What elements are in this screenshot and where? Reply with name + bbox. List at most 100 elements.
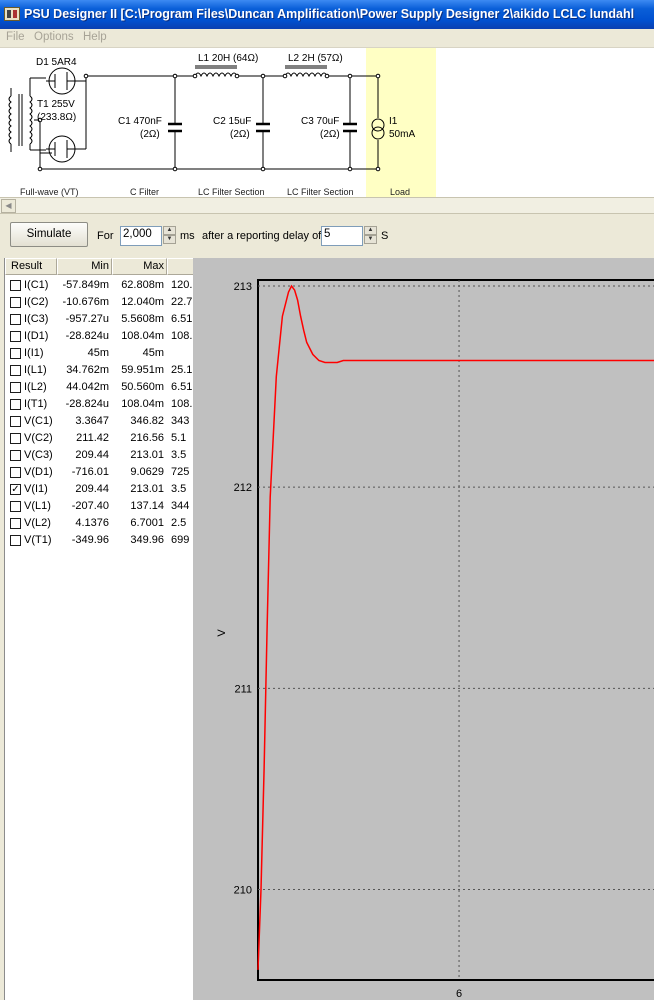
result-min: -349.96 (71, 534, 109, 546)
result-checkbox[interactable] (10, 399, 21, 410)
column-header-extra[interactable] (167, 258, 193, 275)
table-row[interactable]: I(C1) -57.849m 62.808m 120. (5, 277, 193, 294)
table-row[interactable]: V(C3) 209.44 213.01 3.5 (5, 447, 193, 464)
result-max: 9.0629 (130, 466, 164, 478)
column-header-result[interactable]: Result (5, 258, 57, 275)
result-max: 213.01 (130, 483, 164, 495)
title-bar[interactable]: PSU Designer II [C:\Program Files\Duncan… (0, 0, 654, 29)
result-name: I(I1) (24, 347, 44, 359)
transformer-resistance: (233.8Ω) (37, 112, 77, 123)
result-checkbox[interactable] (10, 433, 21, 444)
result-checkbox[interactable] (10, 467, 21, 478)
result-max: 137.14 (130, 500, 164, 512)
inductor-l2 (284, 65, 328, 78)
c1-label[interactable]: C1 470nF (118, 116, 162, 127)
c2-label[interactable]: C2 15uF (213, 116, 251, 127)
result-name: I(C3) (24, 313, 49, 325)
column-header-min[interactable]: Min (57, 258, 112, 275)
result-min: 209.44 (75, 449, 109, 461)
result-checkbox[interactable] (10, 314, 21, 325)
result-min: -57.849m (62, 279, 109, 291)
delay-input[interactable]: 5 (321, 226, 363, 246)
scroll-left-arrow-icon[interactable]: ◀ (1, 199, 16, 213)
result-range: 25.1 (171, 364, 193, 376)
app-icon[interactable] (4, 7, 20, 21)
delay-label: after a reporting delay of (202, 230, 322, 242)
result-max: 62.808m (121, 279, 164, 291)
duration-spinner[interactable]: ▲ ▼ (163, 226, 176, 245)
result-range: 108. (171, 398, 193, 410)
y-tick-label: 213 (234, 281, 252, 293)
duration-input[interactable]: 2,000 (120, 226, 162, 246)
result-name: V(I1) (24, 483, 48, 495)
menu-options[interactable]: Options (34, 31, 74, 43)
table-row[interactable]: I(L2) 44.042m 50.560m 6.51 (5, 379, 193, 396)
result-min: 44.042m (66, 381, 109, 393)
spin-up-icon[interactable]: ▲ (364, 226, 377, 235)
result-checkbox[interactable]: ✓ (10, 484, 21, 495)
result-min: -28.824u (65, 398, 109, 410)
result-range: 22.7 (171, 296, 193, 308)
result-checkbox[interactable] (10, 348, 21, 359)
result-checkbox[interactable] (10, 382, 21, 393)
table-row[interactable]: V(C1) 3.3647 346.82 343 (5, 413, 193, 430)
result-checkbox[interactable] (10, 450, 21, 461)
table-row[interactable]: I(T1) -28.824u 108.04m 108. (5, 396, 193, 413)
simulate-button[interactable]: Simulate (10, 222, 88, 247)
result-name: V(C1) (24, 415, 53, 427)
transformer-label[interactable]: T1 255V (37, 99, 75, 110)
table-row[interactable]: V(L2) 4.1376 6.7001 2.5 (5, 515, 193, 532)
result-max: 5.5608m (121, 313, 164, 325)
result-checkbox[interactable] (10, 518, 21, 529)
for-label: For (97, 230, 114, 242)
table-row[interactable]: ✓ V(I1) 209.44 213.01 3.5 (5, 481, 193, 498)
result-max: 12.040m (121, 296, 164, 308)
result-name: V(D1) (24, 466, 53, 478)
table-row[interactable]: I(C3) -957.27u 5.5608m 6.51 (5, 311, 193, 328)
table-row[interactable]: V(C2) 211.42 216.56 5.1 (5, 430, 193, 447)
spin-up-icon[interactable]: ▲ (163, 226, 176, 235)
result-checkbox[interactable] (10, 365, 21, 376)
result-checkbox[interactable] (10, 297, 21, 308)
l2-label[interactable]: L2 2H (57Ω) (288, 53, 343, 64)
result-range: 6.51 (171, 313, 193, 325)
table-row[interactable]: I(D1) -28.824u 108.04m 108. (5, 328, 193, 345)
chart-panel[interactable]: 210 211 212 213 6 V (193, 258, 654, 1000)
rectifier-label[interactable]: D1 5AR4 (36, 57, 77, 68)
result-range: 343 (171, 415, 190, 427)
result-name: I(T1) (24, 398, 48, 410)
y-tick-label: 212 (234, 482, 252, 494)
menu-help[interactable]: Help (83, 31, 107, 43)
schematic-scrollbar[interactable]: ◀ (0, 197, 654, 214)
result-checkbox[interactable] (10, 501, 21, 512)
schematic-panel[interactable]: D1 5AR4 T1 255V (233.8Ω) C1 470nF (2Ω) L… (0, 48, 654, 197)
simulation-toolbar: Simulate For 2,000 ▲ ▼ ms after a reporti… (0, 214, 654, 256)
table-row[interactable]: V(L1) -207.40 137.14 344 (5, 498, 193, 515)
table-row[interactable]: I(I1) 45m 45m (5, 345, 193, 362)
result-name: I(C2) (24, 296, 49, 308)
load-label[interactable]: I1 (389, 116, 397, 127)
result-checkbox[interactable] (10, 416, 21, 427)
result-checkbox[interactable] (10, 535, 21, 546)
result-min: -207.40 (71, 500, 109, 512)
l1-label[interactable]: L1 20H (64Ω) (198, 53, 258, 64)
result-name: I(D1) (24, 330, 49, 342)
result-range: 725 (171, 466, 190, 478)
table-row[interactable]: V(T1) -349.96 349.96 699 (5, 532, 193, 549)
table-row[interactable]: V(D1) -716.01 9.0629 725 (5, 464, 193, 481)
table-row[interactable]: I(C2) -10.676m 12.040m 22.7 (5, 294, 193, 311)
results-table[interactable]: Result Min Max I(C1) -57.849m 62.808m 120. I… (4, 258, 193, 1000)
result-checkbox[interactable] (10, 280, 21, 291)
result-min: -716.01 (71, 466, 109, 478)
result-range: 5.1 (171, 432, 187, 444)
column-header-max[interactable]: Max (112, 258, 167, 275)
result-checkbox[interactable] (10, 331, 21, 342)
spin-down-icon[interactable]: ▼ (364, 235, 377, 244)
table-row[interactable]: I(L1) 34.762m 59.951m 25.1 (5, 362, 193, 379)
c3-esr: (2Ω) (320, 129, 340, 140)
delay-spinner[interactable]: ▲ ▼ (364, 226, 377, 245)
spin-down-icon[interactable]: ▼ (163, 235, 176, 244)
menu-file[interactable]: File (6, 31, 25, 43)
result-min: -28.824u (65, 330, 109, 342)
c3-label[interactable]: C3 70uF (301, 116, 339, 127)
